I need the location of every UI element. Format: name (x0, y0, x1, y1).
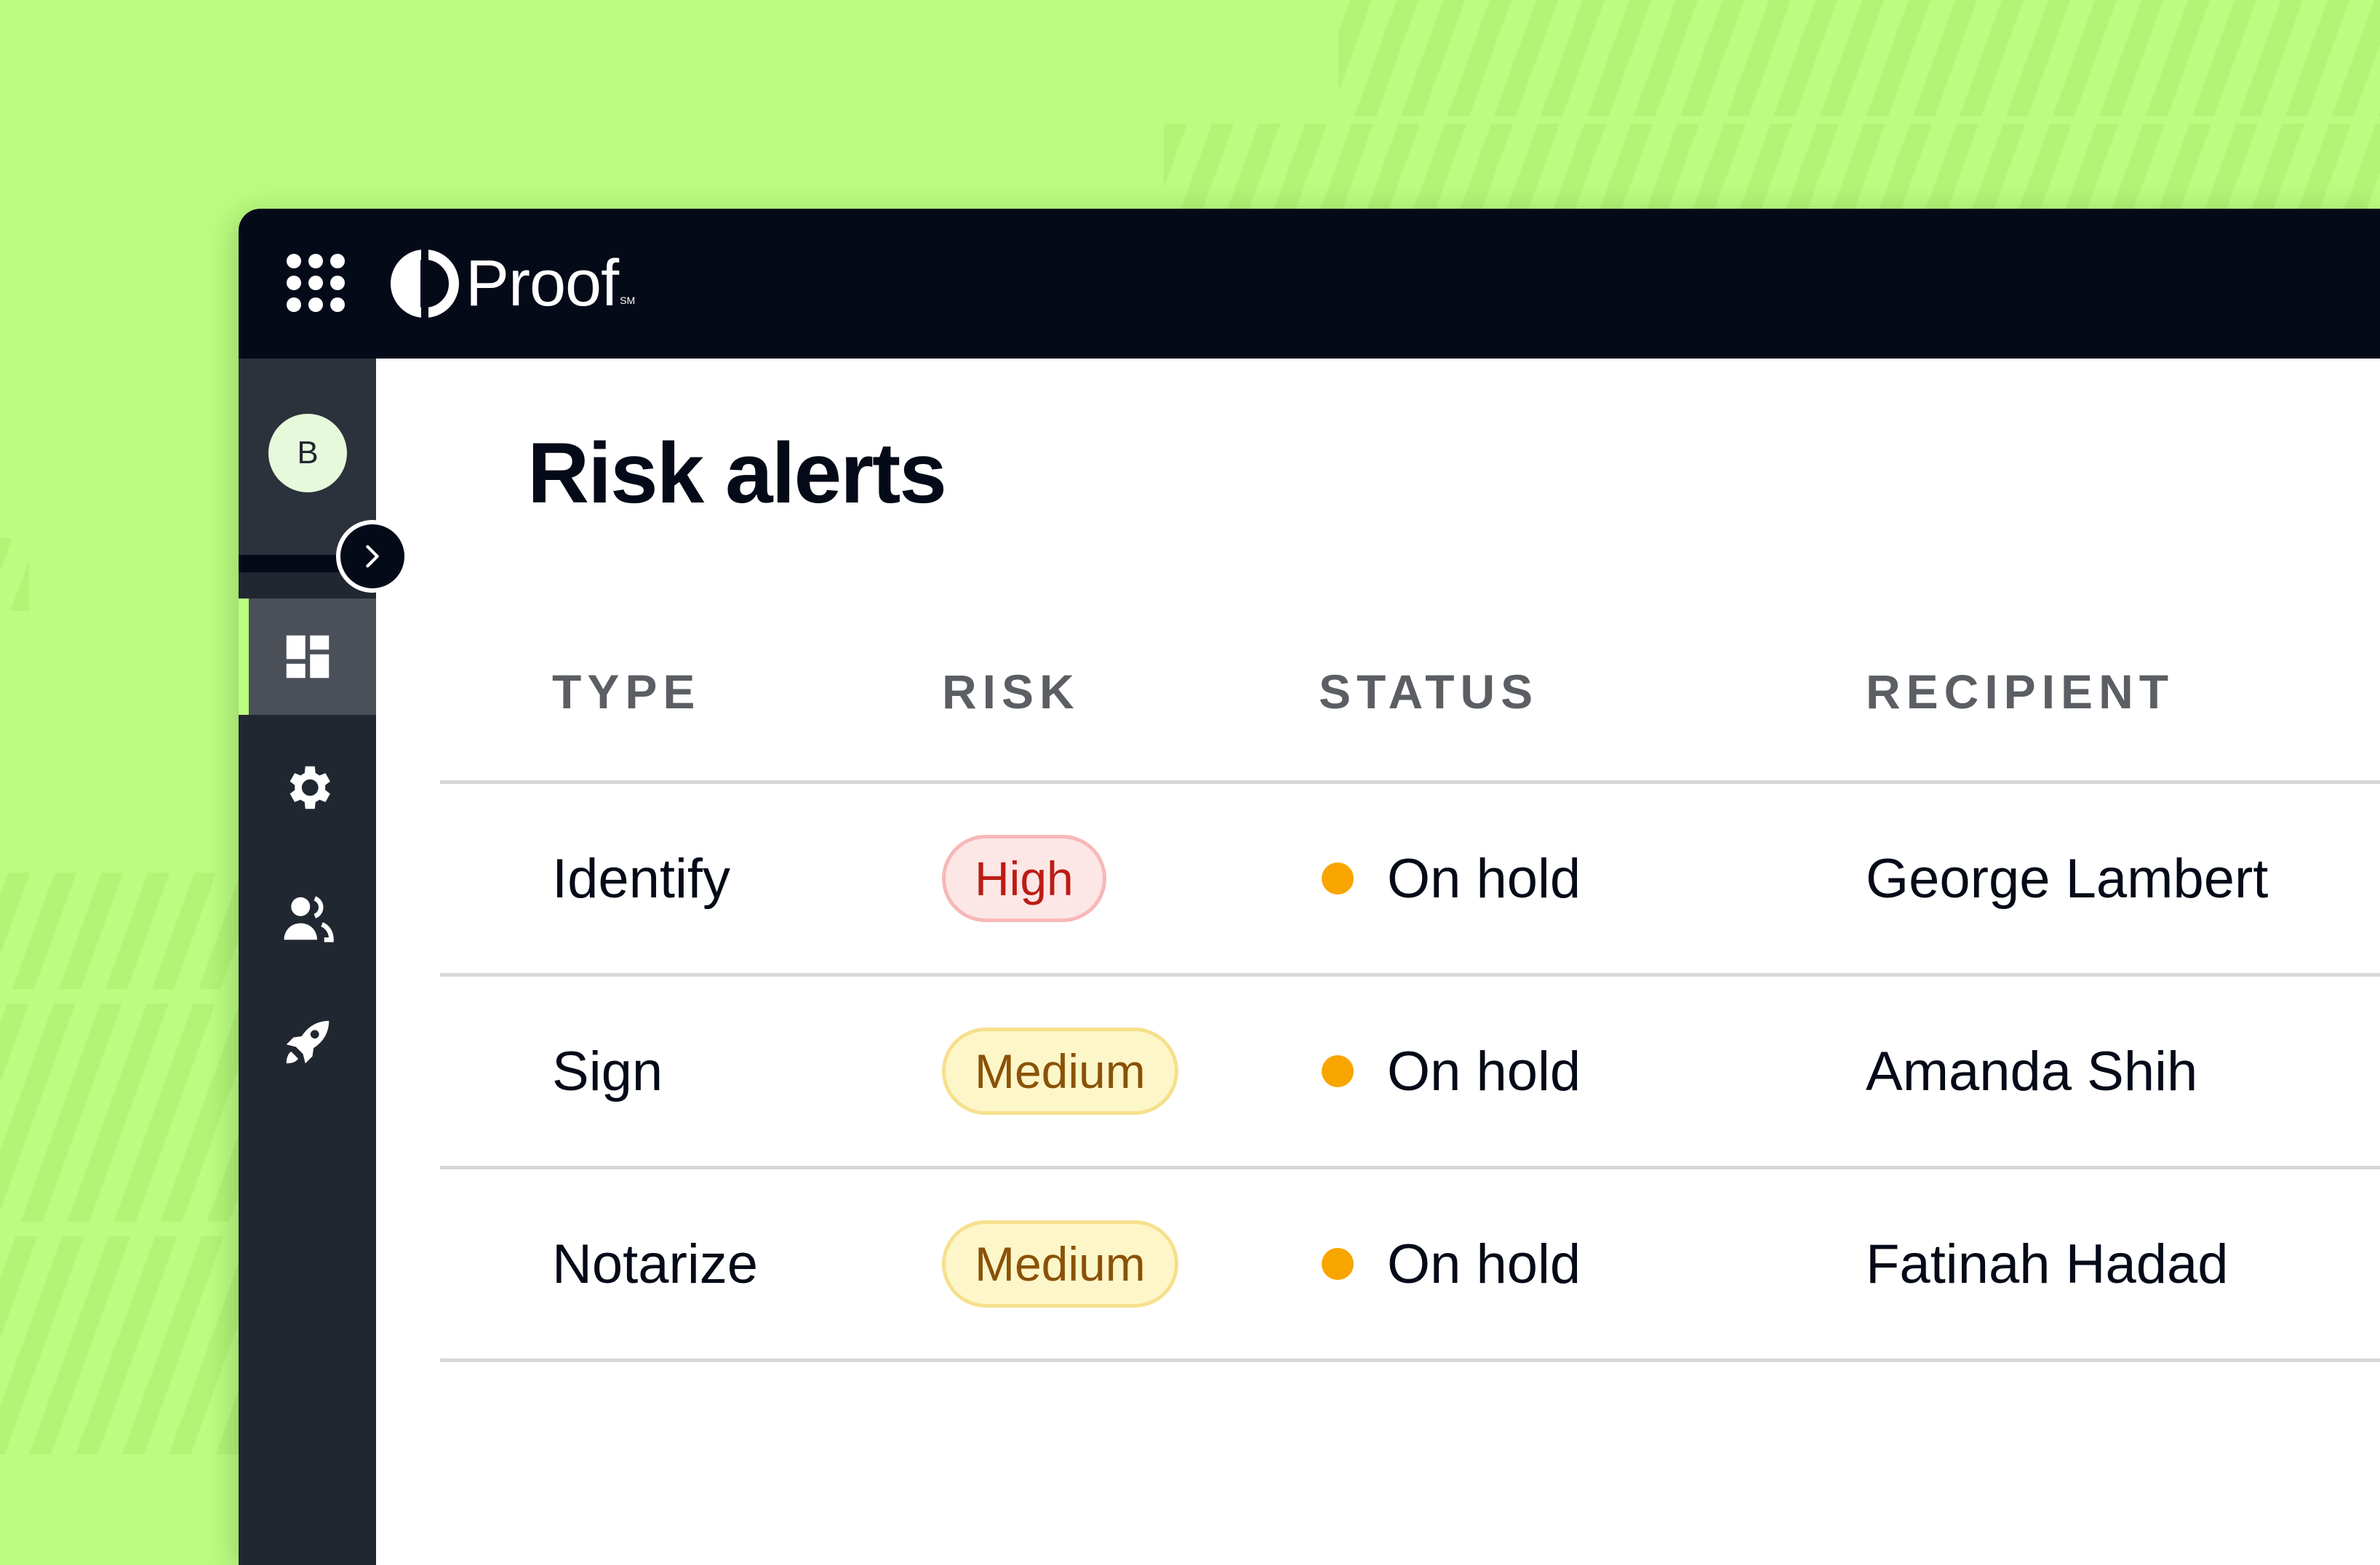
avatar[interactable]: B (268, 414, 347, 492)
status-text: On hold (1387, 1040, 1581, 1102)
app-window: Proof SM B Risk alerts TYPE RISK STATUS … (239, 209, 2380, 1565)
recipient-cell: Amanda Shih (1866, 1040, 2198, 1102)
type-cell: Notarize (552, 1233, 758, 1295)
status-cell: On hold (1319, 784, 1581, 973)
risk-badge: Medium (942, 1028, 1178, 1115)
column-header-recipient[interactable]: RECIPIENT (1866, 664, 2174, 719)
status-dot-icon (1322, 862, 1354, 894)
sidebar-item-launch[interactable] (239, 984, 376, 1100)
column-header-status[interactable]: STATUS (1319, 664, 1538, 719)
page-title: Risk alerts (527, 425, 947, 521)
sidebar-item-dashboard[interactable] (239, 599, 376, 715)
sidebar-item-settings[interactable] (239, 729, 376, 846)
main-content: Risk alerts TYPE RISK STATUS RECIPIENT I… (376, 359, 2380, 1565)
risk-cell: High (942, 784, 1106, 973)
users-icon (284, 896, 334, 942)
status-cell: On hold (1319, 977, 1581, 1166)
recipient-cell: George Lambert (1866, 847, 2269, 910)
column-header-risk[interactable]: RISK (942, 664, 1080, 719)
status-dot-icon (1322, 1055, 1354, 1087)
dashboard-icon (286, 635, 329, 679)
risk-alerts-table: TYPE RISK STATUS RECIPIENT Identify High… (440, 635, 2380, 1362)
table-row[interactable]: Identify High On hold George Lambert (440, 784, 2380, 977)
status-text: On hold (1387, 1233, 1581, 1295)
gear-icon (289, 766, 330, 809)
risk-badge: Medium (942, 1220, 1178, 1308)
risk-cell: Medium (942, 977, 1178, 1166)
risk-cell: Medium (942, 1169, 1178, 1358)
rocket-icon (286, 1020, 329, 1064)
top-bar: Proof SM (239, 209, 2380, 359)
recipient-cell: Fatinah Hadad (1866, 1233, 2229, 1295)
sidebar-item-team[interactable] (239, 860, 376, 977)
grid-dots-icon[interactable] (287, 254, 345, 312)
status-dot-icon (1322, 1248, 1354, 1280)
proof-logo-icon (391, 249, 459, 318)
service-mark: SM (620, 295, 636, 306)
table-row[interactable]: Notarize Medium On hold Fatinah Hadad (440, 1169, 2380, 1362)
type-cell: Sign (552, 1040, 663, 1102)
risk-badge: High (942, 835, 1106, 922)
chevron-right-icon (366, 545, 379, 568)
brand-logo[interactable]: Proof SM (388, 238, 635, 329)
status-cell: On hold (1319, 1169, 1581, 1358)
brand-name: Proof (466, 247, 619, 320)
status-text: On hold (1387, 847, 1581, 910)
column-header-type[interactable]: TYPE (552, 664, 700, 719)
table-row[interactable]: Sign Medium On hold Amanda Shih (440, 977, 2380, 1169)
type-cell: Identify (552, 847, 731, 910)
sidebar-collapse-button[interactable] (336, 520, 409, 593)
table-header: TYPE RISK STATUS RECIPIENT (440, 635, 2380, 784)
